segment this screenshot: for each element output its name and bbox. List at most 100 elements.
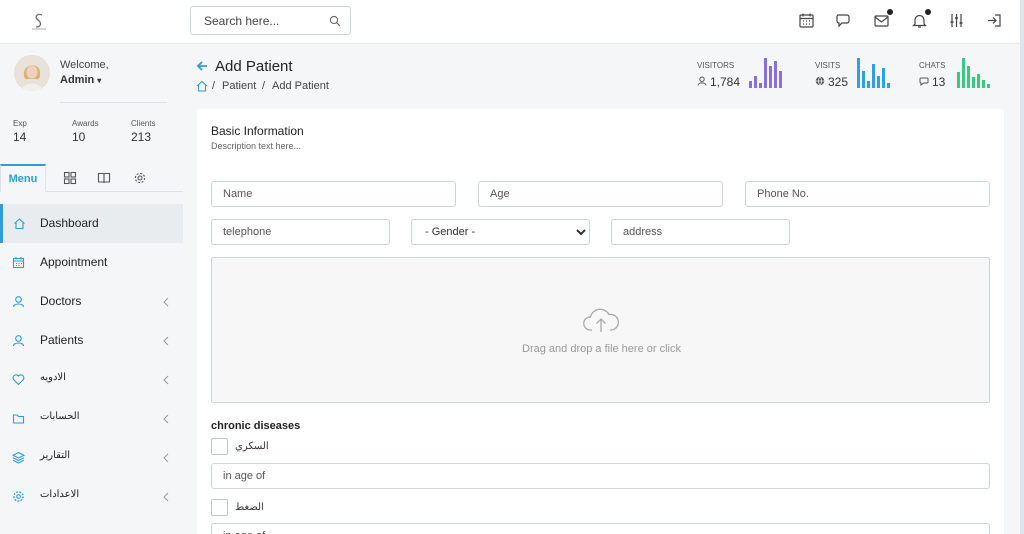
card-description: Description text here... bbox=[211, 141, 302, 151]
bell-icon[interactable] bbox=[911, 9, 931, 29]
pressure-age-input[interactable] bbox=[212, 524, 989, 534]
phone-field[interactable] bbox=[745, 181, 990, 207]
stat-awards: Awards 10 bbox=[72, 119, 99, 144]
chevron-left-icon bbox=[162, 335, 170, 346]
user-name: Admin bbox=[60, 74, 95, 86]
layers-icon bbox=[11, 451, 26, 464]
top-header bbox=[0, 0, 1024, 44]
stat-label: CHATS bbox=[919, 61, 946, 70]
sidebar-nav: Dashboard Appointment Doctors Patients ا… bbox=[0, 204, 183, 516]
gear-icon bbox=[12, 490, 25, 503]
diabetes-age-field[interactable] bbox=[211, 463, 990, 489]
chat-icon bbox=[919, 75, 929, 89]
calendar-icon bbox=[12, 256, 25, 269]
pressure-checkbox[interactable] bbox=[211, 499, 228, 516]
stat-label: Clients bbox=[131, 119, 156, 128]
user-icon bbox=[12, 295, 25, 308]
gender-select[interactable]: - Gender - bbox=[412, 220, 589, 244]
chats-sparkline bbox=[957, 56, 991, 88]
stat-value: 13 bbox=[932, 75, 946, 89]
address-field[interactable] bbox=[611, 219, 790, 245]
telephone-input[interactable] bbox=[212, 220, 389, 244]
search-box[interactable] bbox=[190, 6, 351, 35]
breadcrumb-separator: / bbox=[212, 80, 216, 92]
diabetes-age-input[interactable] bbox=[212, 464, 989, 488]
book-icon[interactable] bbox=[97, 171, 111, 185]
visits-stat: VISITS 325 bbox=[815, 61, 848, 89]
calendar-icon[interactable] bbox=[798, 12, 815, 29]
logo[interactable] bbox=[28, 11, 50, 33]
sidebar-item-appointment[interactable]: Appointment bbox=[0, 243, 183, 282]
age-input[interactable] bbox=[479, 182, 722, 206]
cloud-upload-icon bbox=[582, 306, 620, 334]
sidebar-item-patients[interactable]: Patients bbox=[0, 321, 183, 360]
page-scrollbar[interactable] bbox=[1020, 0, 1024, 534]
sidebar-item-label: Patients bbox=[40, 333, 84, 347]
chat-icon[interactable] bbox=[835, 12, 852, 29]
home-icon bbox=[13, 217, 26, 230]
breadcrumb-separator: / bbox=[262, 80, 266, 92]
sidebar-item-accounts[interactable]: الحسابات bbox=[0, 399, 183, 438]
chevron-left-icon bbox=[162, 296, 170, 307]
name-input[interactable] bbox=[212, 182, 455, 206]
divider bbox=[60, 102, 167, 103]
sidebar-item-label: الحسابات bbox=[40, 411, 80, 422]
tab-menu[interactable]: Menu bbox=[0, 164, 46, 192]
heart-icon bbox=[12, 373, 25, 386]
sidebar-tabs: Menu bbox=[0, 164, 183, 192]
age-field[interactable] bbox=[478, 181, 723, 207]
name-field[interactable] bbox=[211, 181, 456, 207]
user-icon bbox=[12, 334, 25, 347]
caret-icon: ▾ bbox=[97, 76, 102, 85]
pressure-age-field[interactable] bbox=[211, 523, 990, 534]
user-icon bbox=[697, 75, 707, 89]
stat-value: 10 bbox=[72, 130, 86, 144]
back-arrow-icon[interactable] bbox=[196, 60, 208, 72]
sidebar-item-settings[interactable]: الاعدادات bbox=[0, 477, 183, 516]
settings-icon[interactable] bbox=[133, 171, 147, 185]
sidebar-item-label: التقارير bbox=[40, 450, 71, 461]
chronic-diseases-label: chronic diseases bbox=[211, 420, 301, 432]
chats-stat: CHATS 13 bbox=[919, 61, 946, 89]
user-menu[interactable]: Admin ▾ bbox=[60, 74, 101, 86]
sidebar-item-doctors[interactable]: Doctors bbox=[0, 282, 183, 321]
file-dropzone[interactable]: Drag and drop a file here or click bbox=[211, 257, 990, 403]
grid-icon[interactable] bbox=[63, 171, 77, 185]
stat-label: VISITS bbox=[815, 61, 841, 70]
stat-label: Awards bbox=[72, 119, 99, 128]
sidebar-item-label: الاعدادات bbox=[40, 489, 80, 500]
notification-dot bbox=[925, 9, 931, 15]
basic-information-card: Basic Information Description text here.… bbox=[197, 109, 1004, 534]
stat-value: 325 bbox=[828, 75, 849, 89]
home-icon[interactable] bbox=[196, 80, 208, 92]
telephone-field[interactable] bbox=[211, 219, 390, 245]
sidebar-item-medicines[interactable]: الادويه bbox=[0, 360, 183, 399]
stat-label: VISITORS bbox=[697, 61, 735, 70]
search-input[interactable] bbox=[191, 7, 321, 34]
sidebar-item-label: الادويه bbox=[40, 372, 66, 383]
sidebar: Welcome, Admin ▾ Exp 14 Awards 10 Client… bbox=[0, 44, 183, 534]
chevron-left-icon bbox=[162, 374, 170, 385]
address-input[interactable] bbox=[612, 220, 789, 244]
stat-value: 213 bbox=[131, 130, 152, 144]
mail-icon[interactable] bbox=[873, 9, 893, 29]
breadcrumb-patient[interactable]: Patient bbox=[222, 80, 256, 92]
chevron-left-icon bbox=[162, 413, 170, 424]
sidebar-item-dashboard[interactable]: Dashboard bbox=[0, 204, 183, 243]
chevron-left-icon bbox=[162, 491, 170, 502]
sidebar-item-reports[interactable]: التقارير bbox=[0, 438, 183, 477]
visitors-stat: VISITORS 1,784 bbox=[697, 61, 740, 89]
sidebar-item-label: Appointment bbox=[40, 255, 108, 269]
stat-clients: Clients 213 bbox=[131, 119, 155, 144]
logout-icon[interactable] bbox=[986, 12, 1003, 29]
avatar[interactable] bbox=[14, 55, 50, 91]
search-icon[interactable] bbox=[329, 15, 341, 27]
breadcrumb-current: Add Patient bbox=[272, 80, 329, 92]
phone-input[interactable] bbox=[746, 182, 989, 206]
gender-field[interactable]: - Gender - bbox=[411, 219, 590, 245]
dropzone-text: Drag and drop a file here or click bbox=[522, 343, 681, 355]
stat-value: 14 bbox=[13, 130, 27, 144]
diabetes-checkbox[interactable] bbox=[211, 438, 228, 455]
sliders-icon[interactable] bbox=[948, 12, 965, 29]
chevron-left-icon bbox=[162, 452, 170, 463]
